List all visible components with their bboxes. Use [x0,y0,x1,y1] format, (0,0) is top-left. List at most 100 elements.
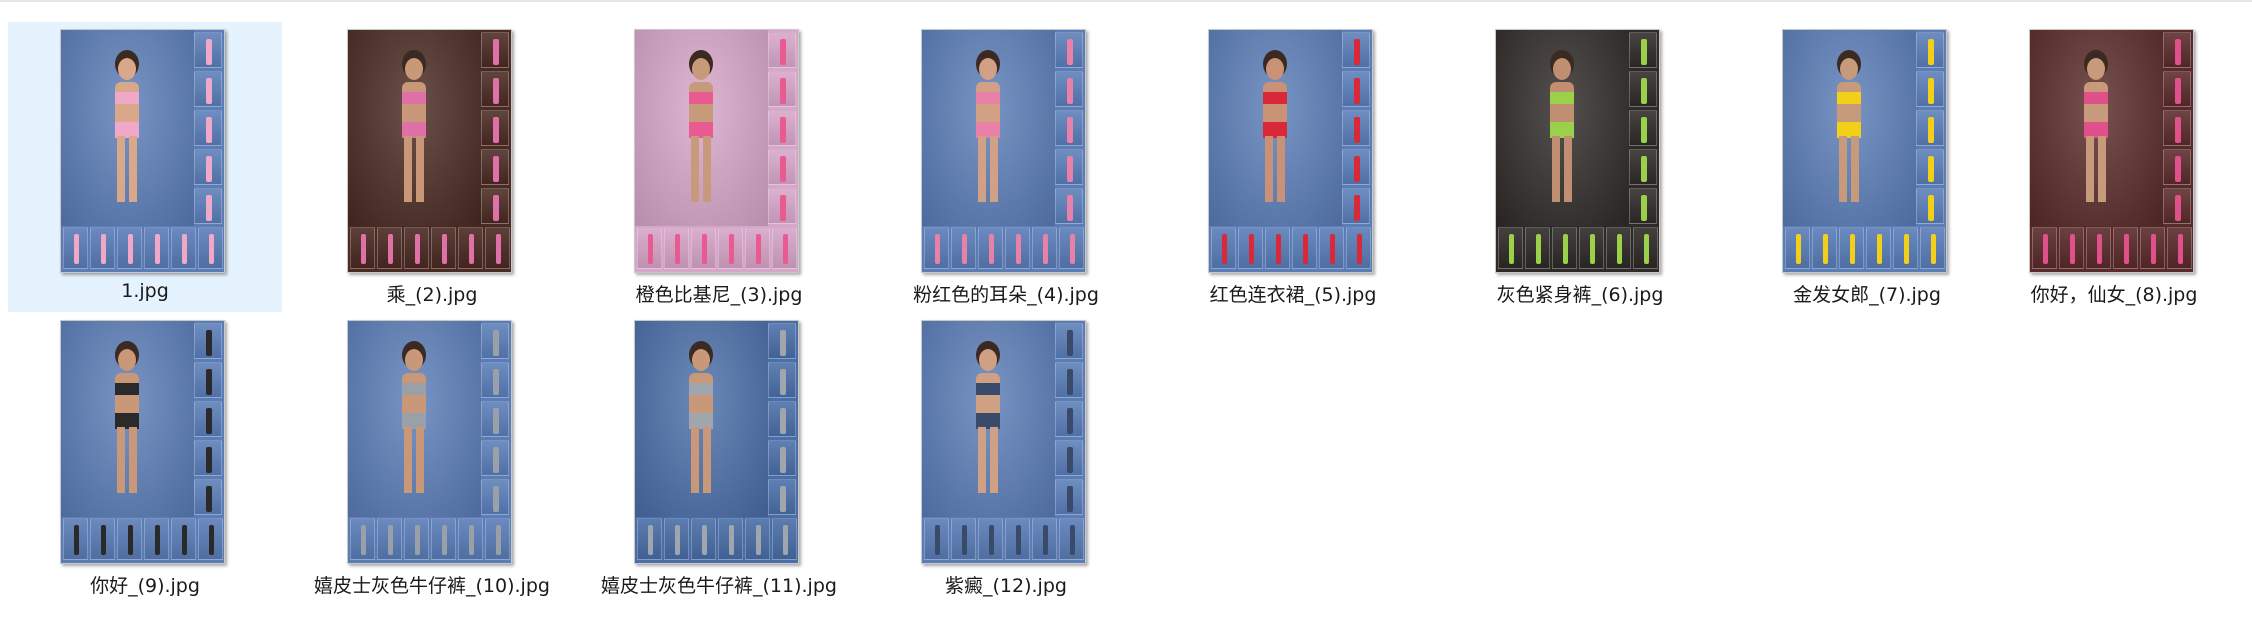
bottom-thumbnail-strip [1209,224,1372,272]
mini-photo [664,518,689,560]
mini-photo [1055,71,1083,107]
mini-photo [1005,518,1030,560]
mini-photo [485,518,510,560]
file-name: 紫癜_(12).jpg [945,575,1067,597]
mini-photo [1629,149,1657,185]
mini-photo [951,227,976,269]
mini-photo [637,227,662,269]
figure-leg [1564,136,1572,202]
figure-leg [404,136,412,202]
file-name: 1.jpg [121,280,169,302]
main-photo [1783,30,1916,226]
file-item[interactable]: 你好_(9).jpg [8,313,282,603]
figure-head [979,58,997,80]
mini-photo [194,71,222,107]
mini-photo [768,188,796,224]
mini-photo [1893,227,1918,269]
file-item[interactable]: 金发女郎_(7).jpg [1730,22,2004,312]
mini-photo [691,227,716,269]
file-item[interactable]: 红色连衣裙_(5).jpg [1156,22,1430,312]
figure-head [405,349,423,371]
thumbnail-image [921,29,1086,273]
thumbnail-image [634,29,799,273]
figure-leg [703,136,711,202]
mini-photo [481,323,509,359]
mini-photo [1032,518,1057,560]
mini-photo [458,227,483,269]
mini-photo [924,518,949,560]
figure-head [1840,58,1858,80]
mini-photo [481,188,509,224]
bottom-thumbnail-strip [1496,224,1659,272]
side-thumbnail-strip [192,321,224,517]
figure-head [118,58,136,80]
mini-photo [768,440,796,476]
mini-photo [2163,149,2191,185]
thumbnail-image [1208,29,1373,273]
mini-photo [481,110,509,146]
mini-photo [485,227,510,269]
figure-leg [117,136,125,202]
mini-photo [1342,71,1370,107]
mini-photo [481,149,509,185]
mini-photo [171,227,196,269]
mini-photo [1916,188,1944,224]
mini-photo [1916,149,1944,185]
mini-photo [90,518,115,560]
side-thumbnail-strip [766,321,798,517]
file-item[interactable]: 粉红色的耳朵_(4).jpg [869,22,1143,312]
mini-photo [2059,227,2084,269]
mini-photo [768,362,796,398]
figure-head [692,58,710,80]
file-name: 嬉皮士灰色牛仔裤_(11).jpg [601,575,837,597]
figure-clothing [402,383,426,395]
bottom-thumbnail-strip [1783,224,1946,272]
figure-head [405,58,423,80]
mini-photo [1055,323,1083,359]
file-item[interactable]: 紫癜_(12).jpg [869,313,1143,603]
mini-photo [1629,110,1657,146]
bottom-thumbnail-strip [348,515,511,563]
figure-leg [990,427,998,493]
file-name: 橙色比基尼_(3).jpg [635,284,803,306]
side-thumbnail-strip [479,321,511,517]
file-item[interactable]: 橙色比基尼_(3).jpg [582,22,856,312]
mini-photo [1055,110,1083,146]
top-divider [0,0,2252,2]
mini-photo [768,401,796,437]
mini-photo [194,323,222,359]
mini-photo [1812,227,1837,269]
mini-photo [1055,401,1083,437]
thumbnail-image [2029,29,2194,273]
file-item[interactable]: 1.jpg [8,22,282,312]
file-item[interactable]: 乘_(2).jpg [295,22,569,312]
mini-photo [1579,227,1604,269]
mini-photo [1055,440,1083,476]
mini-photo [481,479,509,515]
figure-leg [129,427,137,493]
file-item[interactable]: 你好，仙女_(8).jpg [1977,22,2251,312]
file-item[interactable]: 嬉皮士灰色牛仔裤_(10).jpg [295,313,569,603]
mini-photo [431,518,456,560]
mini-photo [1342,32,1370,68]
mini-photo [1839,227,1864,269]
file-item[interactable]: 嬉皮士灰色牛仔裤_(11).jpg [582,313,856,603]
figure-clothing [1550,92,1574,104]
figure-leg [990,136,998,202]
mini-photo [1342,149,1370,185]
file-item[interactable]: 灰色紧身裤_(6).jpg [1443,22,1717,312]
mini-photo [194,188,222,224]
mini-photo [1005,227,1030,269]
mini-photo [350,518,375,560]
mini-photo [768,110,796,146]
thumbnail-image [347,320,512,564]
mini-photo [90,227,115,269]
figure-leg [117,427,125,493]
mini-photo [664,227,689,269]
mini-photo [1319,227,1344,269]
thumbnail-image [60,29,225,273]
figure-clothing [115,383,139,395]
mini-photo [1346,227,1371,269]
main-photo [1209,30,1342,226]
mini-photo [1916,71,1944,107]
